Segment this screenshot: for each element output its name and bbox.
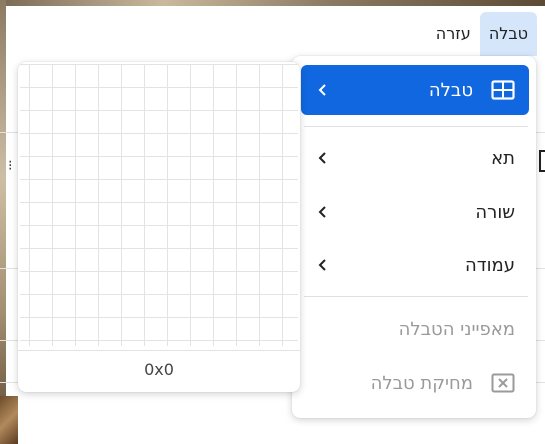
table-menu: טבלה תא שורה עמודה מאפייני הטבלה מחיקת ט… — [292, 56, 536, 418]
table-icon — [487, 79, 515, 101]
menu-item-column[interactable]: עמודה — [301, 240, 529, 290]
table-grid-picker: 0x0 — [18, 62, 300, 392]
menu-item-label: מאפייני הטבלה — [398, 318, 515, 340]
table-size-label: 0x0 — [18, 350, 300, 389]
menubar: טבלה עזרה — [427, 12, 545, 56]
menu-separator — [304, 126, 528, 127]
editor-table-handle[interactable] — [539, 150, 545, 172]
chevron-left-icon — [315, 83, 331, 97]
background-photo-corner — [0, 396, 18, 444]
menu-item-table-properties[interactable]: מאפייני הטבלה — [301, 304, 529, 354]
table-size-grid[interactable] — [20, 64, 298, 346]
menu-item-table[interactable]: טבלה — [301, 65, 529, 115]
menu-separator — [304, 296, 528, 297]
menu-item-row[interactable]: שורה — [301, 187, 529, 237]
menubar-item-table[interactable]: טבלה — [479, 12, 537, 56]
menu-item-label: שורה — [475, 201, 515, 223]
menu-item-label: מחיקת טבלה — [370, 372, 473, 394]
editor-handle-dots: ⁝ — [8, 158, 13, 174]
menu-item-delete-table[interactable]: מחיקת טבלה — [301, 358, 529, 408]
menu-item-label: טבלה — [428, 79, 473, 101]
menu-item-label: עמודה — [465, 254, 515, 276]
chevron-left-icon — [315, 205, 331, 219]
delete-table-icon — [487, 372, 515, 394]
menu-item-cell[interactable]: תא — [301, 133, 529, 183]
chevron-left-icon — [315, 258, 331, 272]
menu-item-label: תא — [491, 147, 515, 169]
menubar-item-help[interactable]: עזרה — [427, 12, 480, 56]
chevron-left-icon — [315, 151, 331, 165]
